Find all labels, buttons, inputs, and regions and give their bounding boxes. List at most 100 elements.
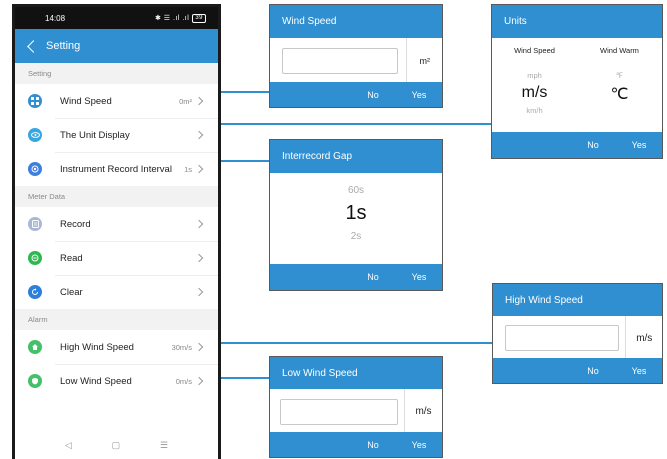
no-button[interactable]: No (350, 440, 396, 450)
row-value: 1s (184, 164, 192, 174)
row-label: Wind Speed (60, 95, 112, 107)
yes-button[interactable]: Yes (396, 440, 442, 450)
option-selected: m/s (521, 84, 548, 101)
wind-speed-input[interactable] (282, 48, 399, 74)
section-header-setting: Setting (15, 63, 218, 84)
unit-label: m/s (404, 389, 442, 434)
low-wind-speed-input[interactable] (280, 398, 398, 425)
connector-units (221, 123, 491, 125)
section-header-alarm: Alarm (15, 309, 218, 330)
status-time: 14:08 (45, 13, 66, 23)
chevron-right-icon (194, 96, 204, 106)
chevron-right-icon (194, 287, 204, 297)
dialog-footer: No Yes (270, 82, 442, 107)
dialog-footer: No Yes (492, 132, 662, 158)
chevron-right-icon (194, 342, 204, 352)
yes-button[interactable]: Yes (616, 366, 662, 376)
row-label: High Wind Speed (60, 341, 134, 353)
option-selected: 1s (345, 202, 367, 224)
refresh-icon (28, 285, 42, 299)
low-wind-speed-dialog: Low Wind Speed m/s No Yes (269, 356, 443, 458)
wind-warm-unit-column[interactable]: Wind Warm ℉ ℃ (577, 38, 662, 134)
input-row: m/s (270, 389, 442, 434)
dialog-footer: No Yes (270, 432, 442, 457)
chevron-right-icon (194, 164, 204, 174)
page-title: Setting (46, 40, 81, 52)
section-header-meter-data: Meter Data (15, 186, 218, 207)
no-button[interactable]: No (350, 272, 396, 282)
option-selected: ℃ (610, 86, 629, 103)
document-icon (28, 217, 42, 231)
dialog-title: High Wind Speed (493, 284, 662, 316)
no-button[interactable]: No (570, 366, 616, 376)
yes-button[interactable]: Yes (396, 272, 442, 282)
row-label: Instrument Record Interval (60, 163, 172, 175)
high-wind-speed-dialog: High Wind Speed m/s No Yes (492, 283, 663, 384)
option-above: mph (527, 71, 542, 80)
dialog-title: Low Wind Speed (270, 357, 442, 389)
row-value: 0m/s (175, 376, 192, 386)
back-arrow-icon[interactable] (27, 39, 40, 53)
wind-speed-dialog: Wind Speed m² No Yes (269, 4, 443, 108)
system-nav-bar: ◁ ▢ ☰ (15, 440, 218, 451)
chevron-right-icon (194, 219, 204, 229)
dialog-footer: No Yes (493, 358, 662, 383)
nav-back-icon[interactable]: ◁ (65, 440, 72, 451)
connector-interrecord (221, 160, 269, 162)
row-low-wind-speed[interactable]: Low Wind Speed 0m/s (15, 364, 218, 398)
row-clear[interactable]: Clear (15, 275, 218, 309)
chevron-right-icon (194, 130, 204, 140)
wind-speed-unit-column[interactable]: Wind Speed mph m/s km/h (492, 38, 577, 134)
row-record[interactable]: Record (15, 207, 218, 241)
phone-screen: 14:08 ✱ ☰ .ıl .ıl 39 Setting Setting Win… (12, 4, 221, 459)
app-header: Setting (15, 29, 218, 63)
column-header: Wind Warm (600, 46, 639, 55)
row-unit-display[interactable]: The Unit Display (15, 118, 218, 152)
home-icon (28, 340, 42, 354)
units-dialog: Units Wind Speed mph m/s km/h Wind Warm … (491, 4, 663, 159)
dialog-title: Units (492, 5, 662, 38)
option-below: 2s (350, 231, 362, 242)
eye-icon (28, 128, 42, 142)
grid-icon (28, 94, 42, 108)
row-record-interval[interactable]: Instrument Record Interval 1s (15, 152, 218, 186)
no-button[interactable]: No (570, 140, 616, 150)
signal-icons: ✱ ☰ .ıl .ıl (154, 15, 190, 22)
interrecord-gap-dialog: Interrecord Gap 60s 1s 2s No Yes (269, 139, 443, 291)
unit-label: m/s (625, 316, 662, 360)
nav-menu-icon[interactable]: ☰ (160, 440, 168, 451)
high-wind-speed-input[interactable] (505, 325, 620, 351)
status-bar: 14:08 ✱ ☰ .ıl .ıl 39 (15, 7, 218, 29)
input-row: m/s (493, 316, 662, 360)
connector-low-wind (221, 377, 269, 379)
row-value: 0m² (179, 96, 192, 106)
dialog-title: Wind Speed (270, 5, 442, 38)
connector-wind-speed (221, 91, 269, 93)
row-label: Read (60, 252, 83, 264)
column-header: Wind Speed (514, 46, 555, 55)
row-read[interactable]: Read (15, 241, 218, 275)
row-high-wind-speed[interactable]: High Wind Speed 30m/s (15, 330, 218, 364)
chat-icon (28, 251, 42, 265)
units-picker: Wind Speed mph m/s km/h Wind Warm ℉ ℃ (492, 38, 662, 134)
no-button[interactable]: No (350, 90, 396, 100)
unit-label: m² (406, 38, 442, 84)
yes-button[interactable]: Yes (396, 90, 442, 100)
option-above: ℉ (615, 71, 624, 80)
option-above: 60s (347, 185, 365, 196)
nav-home-icon[interactable]: ▢ (112, 440, 121, 451)
row-wind-speed[interactable]: Wind Speed 0m² (15, 84, 218, 118)
row-value: 30m/s (171, 342, 192, 352)
dialog-footer: No Yes (270, 264, 442, 290)
yes-button[interactable]: Yes (616, 140, 662, 150)
dialog-title: Interrecord Gap (270, 140, 442, 173)
battery-icon: 39 (192, 13, 206, 23)
input-row: m² (270, 38, 442, 84)
row-label: Clear (60, 286, 83, 298)
interval-picker[interactable]: 60s 1s 2s (270, 173, 442, 266)
row-label: The Unit Display (60, 129, 130, 141)
row-label: Record (60, 218, 91, 230)
row-label: Low Wind Speed (60, 375, 132, 387)
shield-icon (28, 374, 42, 388)
chevron-right-icon (194, 253, 204, 263)
